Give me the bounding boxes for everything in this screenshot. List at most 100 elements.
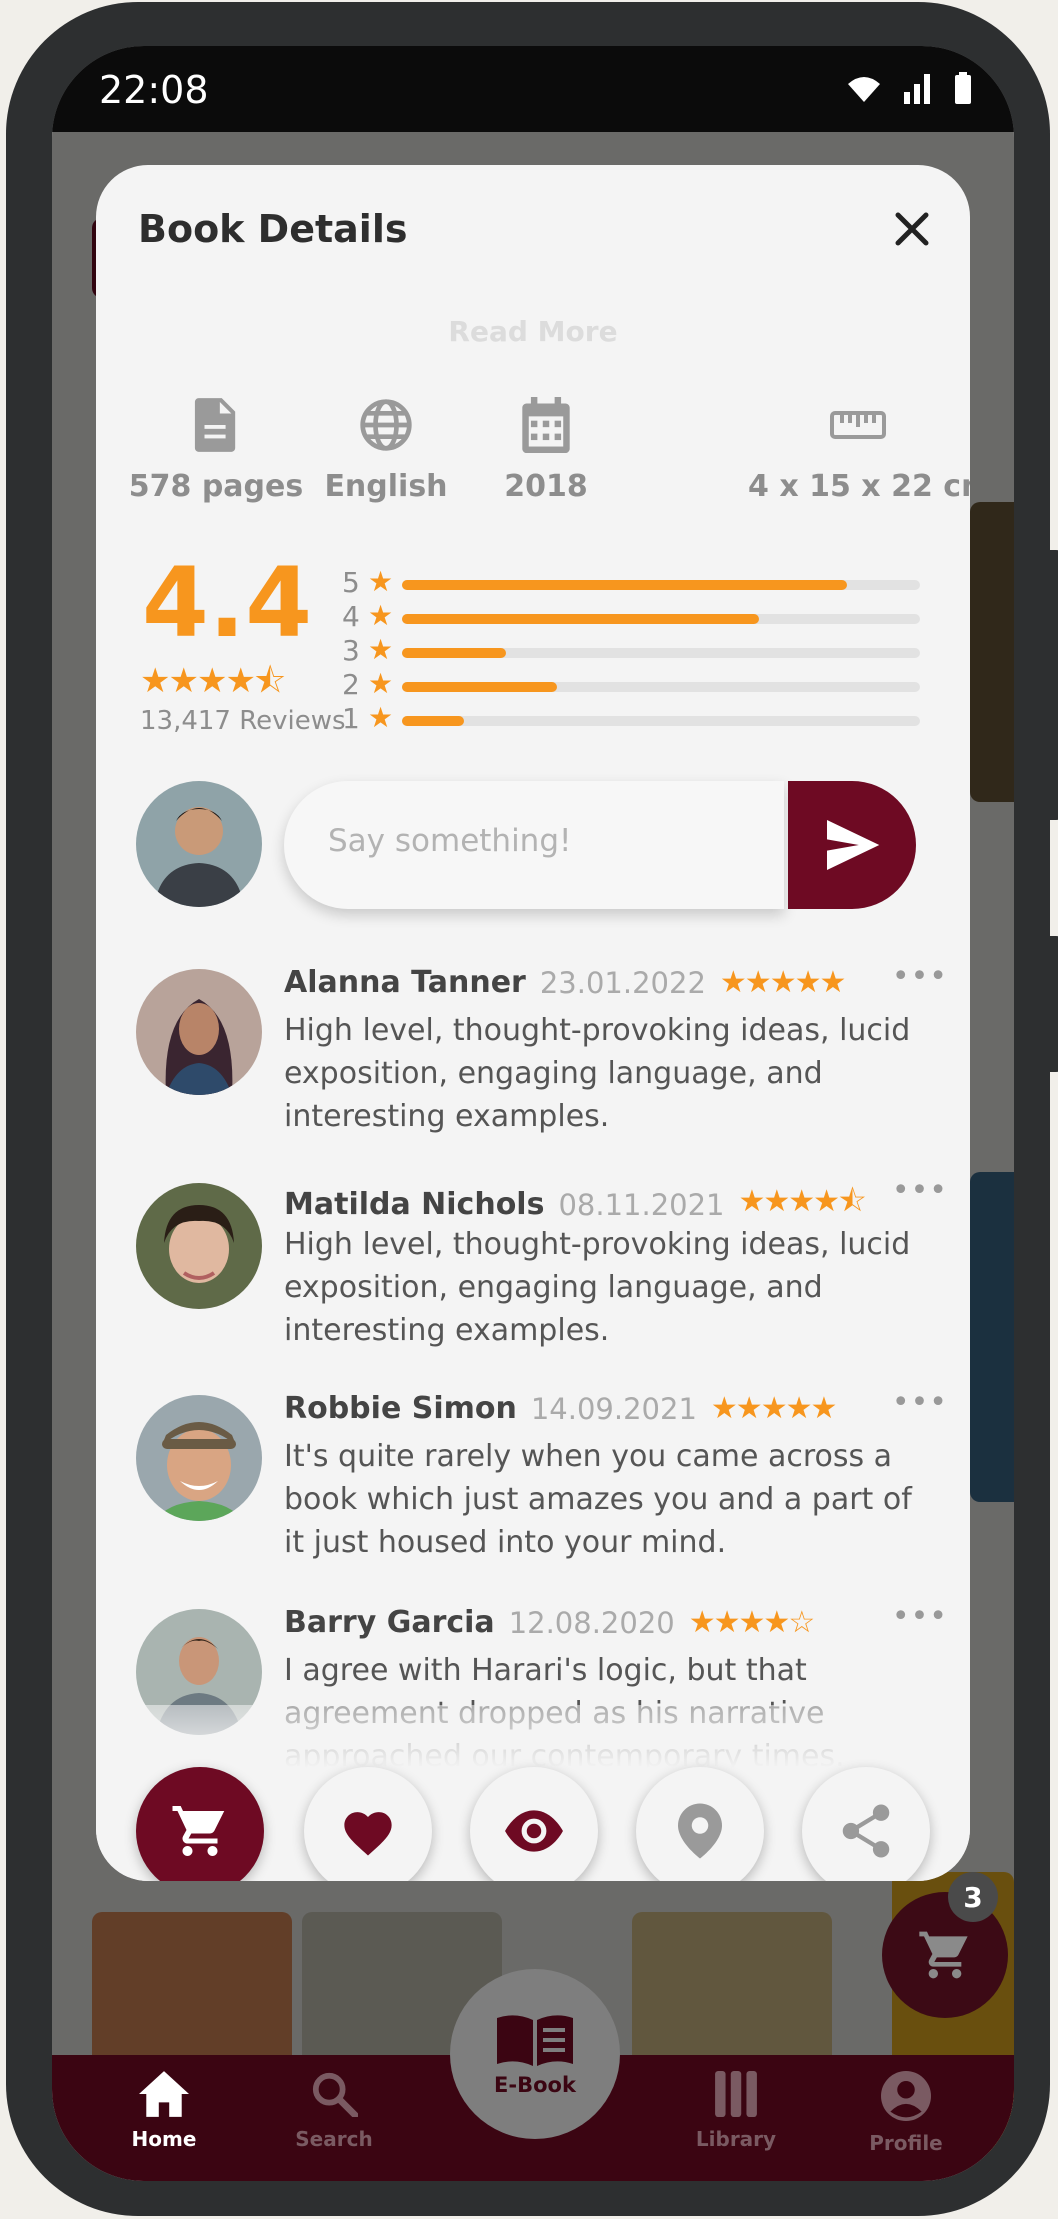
rating-bar-row: 4 ★ (342, 599, 952, 634)
nav-ebook[interactable]: E-Book (450, 1969, 620, 2139)
nav-search[interactable]: Search (274, 2071, 394, 2151)
rating-bar-stars: 3 (342, 634, 360, 667)
search-icon (312, 2072, 359, 2119)
avatar (136, 1395, 262, 1521)
nav-label: E-Book (494, 2073, 576, 2097)
share-icon (842, 1804, 890, 1858)
send-icon (827, 820, 880, 870)
status-bar: 22:08 (52, 46, 1014, 132)
avatar (136, 781, 262, 907)
nav-label: Library (695, 2127, 777, 2151)
rating-bar-track (402, 648, 920, 658)
rating-bar-track (402, 716, 920, 726)
review-stars: ★★★★★ (710, 1391, 837, 1426)
nav-home[interactable]: Home (104, 2071, 224, 2151)
reviewer-name: Barry Garcia (284, 1605, 495, 1640)
reviewer-name: Matilda Nichols (284, 1187, 545, 1222)
nav-label: Search (295, 2127, 373, 2151)
globe-icon (360, 399, 412, 451)
nav-label: Profile (869, 2131, 943, 2155)
review-date: 14.09.2021 (530, 1391, 697, 1426)
review-header: Alanna Tanner 23.01.2022 ★★★★★ (284, 965, 846, 1000)
spec-label: 4 x 15 x 22 cm (748, 469, 970, 504)
avatar (136, 969, 262, 1095)
rating-bar-stars: 2 (342, 668, 360, 701)
rating-bar-row: 1 ★ (342, 701, 952, 736)
nav-library[interactable]: Library (676, 2071, 796, 2151)
rating-bar-fill (402, 648, 506, 658)
eye-icon (505, 1810, 563, 1852)
rating-bar-track (402, 682, 920, 692)
ruler-icon (830, 411, 886, 439)
comment-input[interactable] (328, 823, 748, 859)
review-date: 12.08.2020 (508, 1605, 675, 1640)
star-icon: ★ (368, 633, 394, 666)
review-item: Robbie Simon 14.09.2021 ★★★★★ ••• It's q… (136, 1385, 947, 1581)
book-specs: 578 pages English 2018 4 x 15 x 22 cm (116, 395, 970, 505)
rating-bar-track (402, 614, 920, 624)
heart-icon (344, 1812, 392, 1856)
avatar (136, 1183, 262, 1309)
rating-bar-stars: 1 (342, 702, 360, 735)
phone-frame: 22:08 3 Book Details Read More 578 pages… (6, 2, 1058, 2216)
wifi-icon (848, 77, 880, 102)
rating-score: 4.4 (141, 547, 313, 659)
rating-bar-fill (402, 580, 848, 590)
review-header: Robbie Simon 14.09.2021 ★★★★★ (284, 1391, 837, 1426)
spec-dimensions: 4 x 15 x 22 cm (748, 395, 970, 504)
share-button[interactable] (802, 1767, 930, 1881)
more-options-icon[interactable]: ••• (892, 959, 948, 994)
rating-bar-stars: 5 (342, 566, 360, 599)
nav-label: Home (131, 2127, 197, 2151)
spec-label: 2018 (504, 469, 588, 504)
add-to-cart-button[interactable] (136, 1767, 264, 1881)
send-button[interactable] (788, 781, 916, 909)
reviewer-photo (136, 969, 262, 1095)
status-time: 22:08 (99, 68, 209, 112)
screen: 22:08 3 Book Details Read More 578 pages… (52, 46, 1014, 2181)
rating-breakdown: 5 ★ 4 ★ 3 ★ 2 ★ 1 ★ (342, 565, 952, 736)
star-icon: ★ (368, 701, 394, 734)
status-icons (844, 72, 972, 104)
preview-button[interactable] (470, 1767, 598, 1881)
review-date: 23.01.2022 (539, 965, 706, 1000)
modal-title: Book Details (138, 207, 408, 251)
bottom-navigation: Home Search E-Book Library Profile (52, 1969, 1014, 2181)
profile-icon (881, 2071, 931, 2121)
rating-bar-row: 2 ★ (342, 667, 952, 702)
document-icon (194, 398, 236, 452)
star-icon: ★ (368, 599, 394, 632)
library-icon (715, 2071, 757, 2117)
favorite-button[interactable] (304, 1767, 432, 1881)
rating-bar-fill (402, 716, 465, 726)
nav-profile[interactable]: Profile (846, 2071, 966, 2155)
rating-bar-row: 5 ★ (342, 565, 952, 600)
review-text: It's quite rarely when you came across a… (284, 1439, 912, 1560)
rating-bar-stars: 4 (342, 600, 360, 633)
location-button[interactable] (636, 1767, 764, 1881)
volume-button (1050, 550, 1058, 820)
review-header: Barry Garcia 12.08.2020 ★★★★☆ (284, 1605, 815, 1640)
more-options-icon[interactable]: ••• (892, 1599, 948, 1634)
review-count: 13,417 Reviews (140, 706, 346, 736)
signal-icon (904, 74, 930, 104)
rating-bar-track (402, 580, 920, 590)
review-item: Alanna Tanner 23.01.2022 ★★★★★ ••• High … (136, 959, 947, 1155)
review-text: High level, thought-provoking ideas, luc… (284, 1013, 911, 1134)
spec-year: 2018 (446, 395, 646, 504)
action-bar (136, 1767, 936, 1881)
battery-icon (955, 72, 971, 104)
cart-icon (172, 1806, 225, 1856)
review-item: Matilda Nichols 08.11.2021 ★★★★⯪ ••• Hig… (136, 1173, 947, 1369)
read-more-link[interactable]: Read More (96, 315, 970, 348)
star-icon: ★ (368, 565, 394, 598)
more-options-icon[interactable]: ••• (892, 1173, 948, 1208)
more-options-icon[interactable]: ••• (892, 1385, 948, 1420)
reviewer-photo (136, 1183, 262, 1309)
rating-bar-fill (402, 614, 760, 624)
home-icon (139, 2071, 189, 2117)
close-icon[interactable] (884, 201, 940, 257)
reviewer-photo (136, 1395, 262, 1521)
book-details-modal: Book Details Read More 578 pages English… (96, 165, 970, 1881)
comment-composer (136, 781, 956, 911)
